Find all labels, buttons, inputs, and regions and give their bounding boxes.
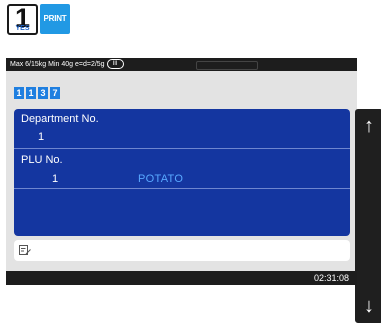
plu-label: PLU No. xyxy=(21,154,63,166)
edit-note-icon xyxy=(19,245,31,255)
digit-box: 1 xyxy=(26,87,36,99)
accuracy-class-badge: III xyxy=(106,59,124,70)
yes-key-label: YES xyxy=(15,25,30,32)
input-field[interactable] xyxy=(14,240,350,261)
department-row[interactable]: Department No. 1 xyxy=(14,109,350,149)
scale-spec: Max 6/15kg Min 40g e=d=2/5g III xyxy=(10,58,124,71)
department-value: 1 xyxy=(38,131,45,143)
plu-row[interactable]: PLU No. 1 POTATO xyxy=(14,149,350,189)
scale-spec-text: Max 6/15kg Min 40g e=d=2/5g xyxy=(10,61,105,68)
arrow-down-icon[interactable]: ↓ xyxy=(355,295,381,317)
arrow-up-icon[interactable]: ↑ xyxy=(355,115,381,137)
scroll-buttons: ↑ ↓ xyxy=(355,109,381,323)
print-key[interactable]: PRINT xyxy=(40,4,70,34)
plu-number: 1 xyxy=(52,173,59,185)
digit-box: 3 xyxy=(38,87,48,99)
plu-name: POTATO xyxy=(138,173,184,185)
status-bar: Max 6/15kg Min 40g e=d=2/5g III xyxy=(6,58,357,71)
scale-display: Max 6/15kg Min 40g e=d=2/5g III 1 1 3 7 D… xyxy=(6,58,381,323)
status-indicator-slot xyxy=(196,61,258,70)
digit-box: 7 xyxy=(50,87,60,99)
yes-key[interactable]: 1 YES xyxy=(7,4,38,35)
digit-box: 1 xyxy=(14,87,24,99)
bottom-bar: 02:31:08 xyxy=(6,271,357,285)
clock: 02:31:08 xyxy=(313,273,349,283)
department-label: Department No. xyxy=(21,113,99,125)
plu-edit-panel: Department No. 1 PLU No. 1 POTATO xyxy=(14,109,350,236)
